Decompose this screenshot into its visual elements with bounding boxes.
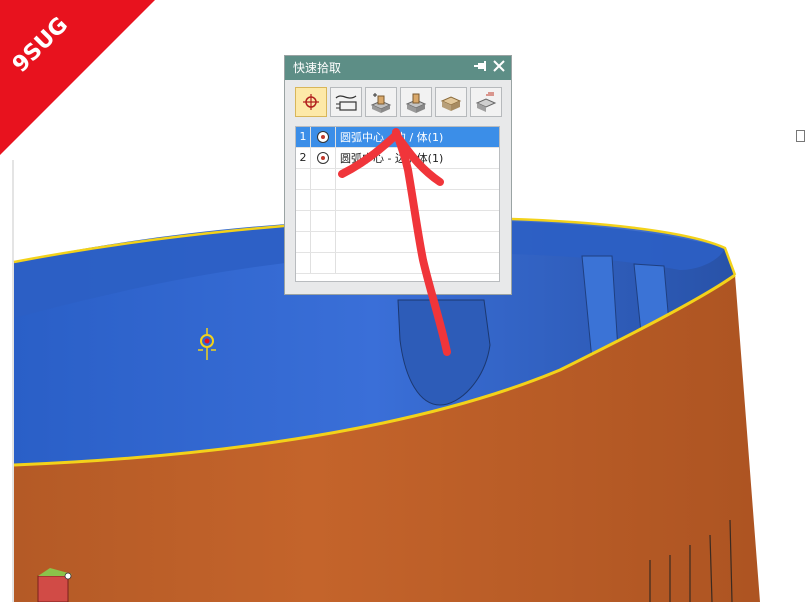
pin-icon[interactable] xyxy=(473,56,487,80)
dialog-title: 快速拾取 xyxy=(293,61,342,75)
item-label: 圆弧中心 - 边 / 体(1) xyxy=(340,131,444,144)
edge-icon xyxy=(475,92,497,112)
face-icon xyxy=(440,96,462,111)
empty-row xyxy=(296,190,499,211)
empty-row xyxy=(296,169,499,190)
item-index: 2 xyxy=(296,148,311,168)
dialog-header[interactable]: 快速拾取 xyxy=(285,56,511,80)
side-handle-icon[interactable] xyxy=(796,130,805,142)
item-index: 1 xyxy=(296,127,311,147)
empty-row xyxy=(296,232,499,253)
item-label: 圆弧中心 - 边 / 体(1) xyxy=(340,152,444,165)
all-filter-button[interactable] xyxy=(295,87,327,117)
filter-toolbar xyxy=(295,87,502,117)
body-filter-button[interactable] xyxy=(400,87,432,117)
pick-list: 1 圆弧中心 - 边 / 体(1) 2 圆弧中心 - 边 / 体(1) xyxy=(295,126,500,282)
close-icon[interactable] xyxy=(493,56,505,80)
curve-filter-button[interactable] xyxy=(330,87,362,117)
arc-center-icon xyxy=(317,152,329,164)
curve-icon xyxy=(335,95,357,111)
list-item[interactable]: 1 圆弧中心 - 边 / 体(1) xyxy=(296,127,499,148)
edge-filter-button[interactable] xyxy=(470,87,502,117)
crosshair-icon xyxy=(303,94,319,110)
arc-center-icon xyxy=(317,131,329,143)
feature-icon xyxy=(370,93,392,113)
view-triad-icon[interactable] xyxy=(37,568,72,602)
list-item[interactable]: 2 圆弧中心 - 边 / 体(1) xyxy=(296,148,499,169)
quick-pick-dialog: 快速拾取 1 圆弧中心 - 边 / 体(1) 2 圆弧中心 - 边 / 体(1) xyxy=(284,55,512,295)
feature-filter-button[interactable] xyxy=(365,87,397,117)
face-filter-button[interactable] xyxy=(435,87,467,117)
watermark-banner: 9SUG 学UG就上UG网 xyxy=(0,0,170,170)
empty-row xyxy=(296,211,499,232)
empty-row xyxy=(296,253,499,274)
body-icon xyxy=(405,93,427,113)
